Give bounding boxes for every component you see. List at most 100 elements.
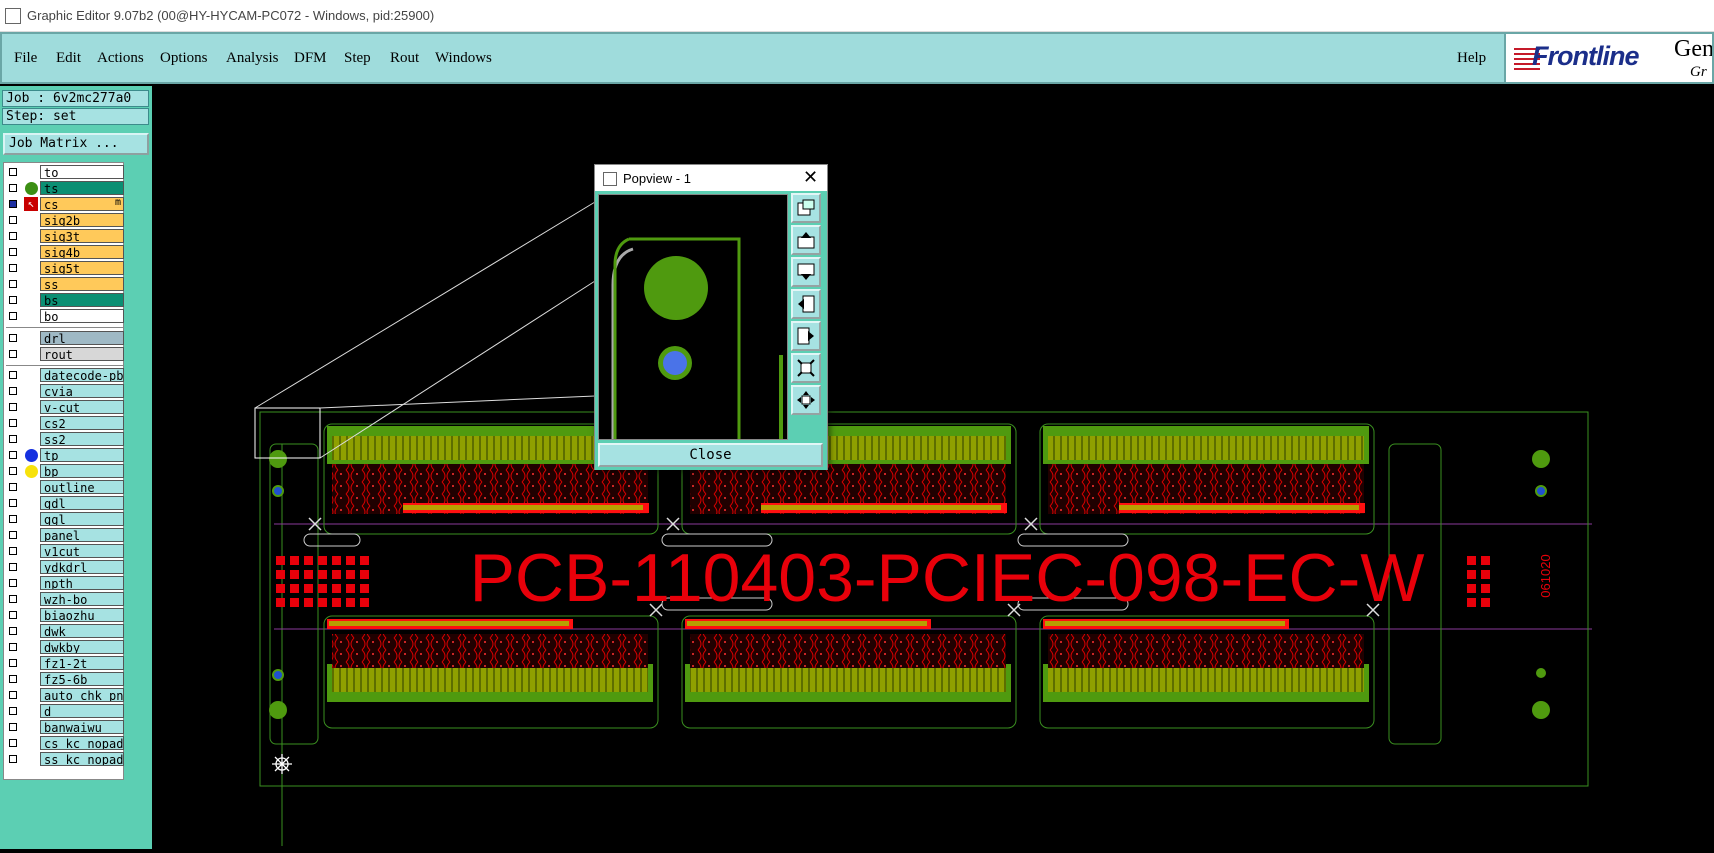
layer-row-cvia[interactable]: cvia — [6, 384, 124, 399]
layer-checkbox[interactable] — [9, 643, 17, 651]
layer-row-dwk[interactable]: dwk — [6, 624, 124, 639]
layer-name[interactable]: to — [40, 165, 124, 179]
layer-name[interactable]: dwk — [40, 624, 124, 638]
layer-checkbox[interactable] — [9, 467, 17, 475]
layer-row-ydkdrl[interactable]: ydkdrl — [6, 560, 124, 575]
layer-name[interactable]: ss — [40, 277, 124, 291]
menu-help[interactable]: Help — [1457, 50, 1486, 67]
layer-name[interactable]: ss_kc_nopad — [40, 752, 124, 766]
layer-name[interactable]: gdl — [40, 496, 124, 510]
layer-name[interactable]: d — [40, 704, 124, 718]
layer-checkbox[interactable] — [9, 723, 17, 731]
layer-name[interactable]: v1cut — [40, 544, 124, 558]
layer-name[interactable]: dwkby — [40, 640, 124, 654]
layer-row-to[interactable]: to — [6, 165, 124, 180]
layer-row-banwaiwu[interactable]: banwaiwu — [6, 720, 124, 735]
menu-windows[interactable]: Windows — [435, 50, 492, 67]
layer-checkbox[interactable] — [9, 627, 17, 635]
layer-checkbox[interactable] — [9, 184, 17, 192]
layer-row-npth[interactable]: npth — [6, 576, 124, 591]
layer-row-biaozhu[interactable]: biaozhu — [6, 608, 124, 623]
menu-options[interactable]: Options — [160, 50, 208, 67]
menu-step[interactable]: Step — [344, 50, 371, 67]
layer-row-cs-kc-nopad[interactable]: cs_kc_nopad — [6, 736, 124, 751]
job-matrix-button[interactable]: Job Matrix ... — [3, 133, 149, 155]
layer-name[interactable]: fz1-2t — [40, 656, 124, 670]
layer-checkbox[interactable] — [9, 531, 17, 539]
layer-checkbox[interactable] — [9, 232, 17, 240]
layer-row-panel[interactable]: panel — [6, 528, 124, 543]
layer-name[interactable]: ydkdrl — [40, 560, 124, 574]
layer-row-v1cut[interactable]: v1cut — [6, 544, 124, 559]
layer-row-tp[interactable]: tp — [6, 448, 124, 463]
menu-actions[interactable]: Actions — [97, 50, 144, 67]
menu-rout[interactable]: Rout — [390, 50, 419, 67]
layer-name[interactable]: panel — [40, 528, 124, 542]
zoom-window-icon[interactable] — [791, 193, 821, 223]
pan-right-icon[interactable] — [791, 321, 821, 351]
layer-name[interactable]: wzh-bo — [40, 592, 124, 606]
layer-checkbox[interactable] — [9, 563, 17, 571]
layer-name[interactable]: bs — [40, 293, 124, 307]
layer-name[interactable]: datecode-pbc — [40, 368, 124, 382]
layer-name[interactable]: outline — [40, 480, 124, 494]
layer-row-auto-chk-pn[interactable]: auto_chk_pn — [6, 688, 124, 703]
layer-row-cs2[interactable]: cs2 — [6, 416, 124, 431]
menu-edit[interactable]: Edit — [56, 50, 81, 67]
layer-name[interactable]: sig3t — [40, 229, 124, 243]
layer-name[interactable]: biaozhu — [40, 608, 124, 622]
layer-name[interactable]: ts — [40, 181, 124, 195]
layer-row-bs[interactable]: bs — [6, 293, 124, 308]
layer-checkbox[interactable] — [9, 499, 17, 507]
layer-row-gdl[interactable]: gdl — [6, 496, 124, 511]
layer-checkbox[interactable] — [9, 515, 17, 523]
layer-name[interactable]: bp — [40, 464, 124, 478]
layer-checkbox[interactable] — [9, 547, 17, 555]
layer-checkbox[interactable] — [9, 216, 17, 224]
graphics-canvas[interactable]: PCB-110403-PCIEC-098-EC-W 061020 — [152, 86, 1714, 849]
layer-row-fz5-6b[interactable]: fz5-6b — [6, 672, 124, 687]
popview-close-button[interactable]: Close — [598, 443, 823, 467]
pan-up-icon[interactable] — [791, 225, 821, 255]
layer-checkbox[interactable] — [9, 611, 17, 619]
layer-name[interactable]: fz5-6b — [40, 672, 124, 686]
layer-checkbox[interactable] — [9, 200, 17, 208]
menu-analysis[interactable]: Analysis — [226, 50, 279, 67]
layer-row-sig5t[interactable]: sig5t — [6, 261, 124, 276]
layer-checkbox[interactable] — [9, 595, 17, 603]
popview-close-icon[interactable]: ✕ — [803, 167, 818, 188]
layer-name[interactable]: drl — [40, 331, 124, 345]
layer-row-rout[interactable]: rout — [6, 347, 124, 362]
layer-checkbox[interactable] — [9, 755, 17, 763]
layer-name[interactable]: rout — [40, 347, 124, 361]
layer-row-ggl[interactable]: ggl — [6, 512, 124, 527]
layer-name[interactable]: ggl — [40, 512, 124, 526]
layer-row-sig4b[interactable]: sig4b — [6, 245, 124, 260]
layer-checkbox[interactable] — [9, 451, 17, 459]
layer-name[interactable]: cs2 — [40, 416, 124, 430]
layer-checkbox[interactable] — [9, 296, 17, 304]
layer-row-ss-kc-nopad[interactable]: ss_kc_nopad — [6, 752, 124, 767]
layer-name[interactable]: sig2b — [40, 213, 124, 227]
layer-name[interactable]: sig4b — [40, 245, 124, 259]
layer-row-cs[interactable]: ↖ cs m — [6, 197, 124, 212]
layer-row-fz1-2t[interactable]: fz1-2t — [6, 656, 124, 671]
layer-checkbox[interactable] — [9, 675, 17, 683]
layer-name[interactable]: cs — [40, 197, 124, 211]
layer-checkbox[interactable] — [9, 659, 17, 667]
layer-row-v-cut[interactable]: v-cut — [6, 400, 124, 415]
zoom-fit-icon[interactable] — [791, 353, 821, 383]
layer-checkbox[interactable] — [9, 483, 17, 491]
menu-file[interactable]: File — [14, 50, 37, 67]
layer-row-dwkby[interactable]: dwkby — [6, 640, 124, 655]
layer-name[interactable]: auto_chk_pn — [40, 688, 124, 702]
layer-name[interactable]: banwaiwu — [40, 720, 124, 734]
layer-row-ts[interactable]: ts — [6, 181, 124, 196]
layer-row-sig3t[interactable]: sig3t — [6, 229, 124, 244]
pan-left-icon[interactable] — [791, 289, 821, 319]
layer-checkbox[interactable] — [9, 334, 17, 342]
layer-checkbox[interactable] — [9, 419, 17, 427]
layer-name[interactable]: tp — [40, 448, 124, 462]
menu-dfm[interactable]: DFM — [294, 50, 327, 67]
layer-checkbox[interactable] — [9, 435, 17, 443]
